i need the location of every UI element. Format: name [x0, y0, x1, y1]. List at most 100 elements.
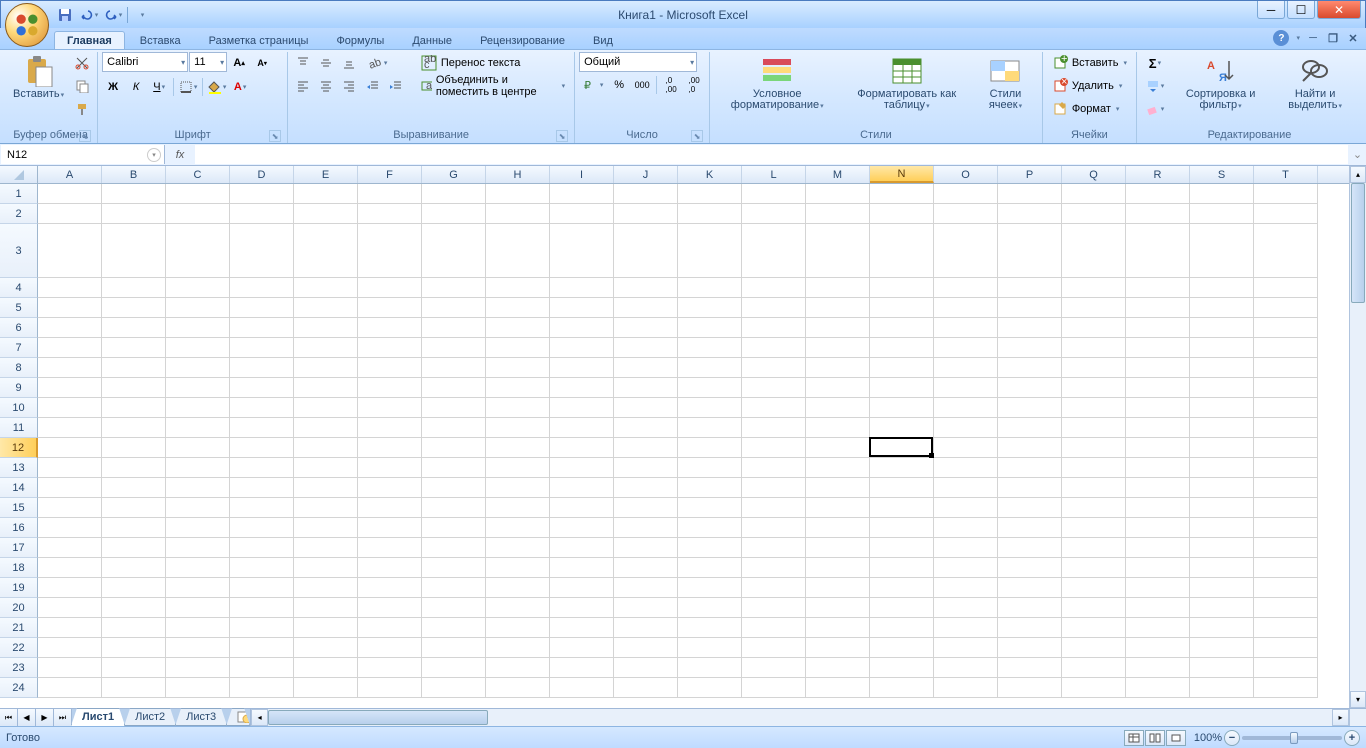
cell[interactable] [1062, 458, 1126, 478]
cell[interactable] [998, 184, 1062, 204]
cell[interactable] [742, 538, 806, 558]
cell[interactable] [294, 618, 358, 638]
cell[interactable] [678, 518, 742, 538]
cell[interactable] [166, 538, 230, 558]
format-as-table-button[interactable]: Форматировать как таблицу▾ [842, 52, 971, 115]
cell[interactable] [806, 618, 870, 638]
cell[interactable] [550, 638, 614, 658]
cell[interactable] [870, 358, 934, 378]
align-center-button[interactable] [315, 75, 337, 97]
cell[interactable] [998, 558, 1062, 578]
cell[interactable] [486, 224, 550, 278]
cell[interactable] [998, 224, 1062, 278]
cell[interactable] [1254, 578, 1318, 598]
cell[interactable] [742, 318, 806, 338]
cell[interactable] [934, 278, 998, 298]
cell[interactable] [934, 498, 998, 518]
cell[interactable] [230, 204, 294, 224]
cell[interactable] [358, 338, 422, 358]
cell[interactable] [1126, 398, 1190, 418]
cell[interactable] [870, 538, 934, 558]
cell[interactable] [742, 638, 806, 658]
view-normal-button[interactable] [1124, 730, 1144, 746]
cell[interactable] [934, 578, 998, 598]
cell[interactable] [230, 358, 294, 378]
cell[interactable] [422, 578, 486, 598]
cell[interactable] [1190, 518, 1254, 538]
cell[interactable] [102, 478, 166, 498]
cell[interactable] [1062, 658, 1126, 678]
cell[interactable] [934, 458, 998, 478]
cell[interactable] [1062, 678, 1126, 698]
cell[interactable] [678, 458, 742, 478]
cell[interactable] [1126, 558, 1190, 578]
row-header[interactable]: 1 [0, 184, 38, 204]
cell[interactable] [934, 678, 998, 698]
font-color-button[interactable]: A▾ [229, 76, 251, 98]
cell[interactable] [614, 518, 678, 538]
column-header[interactable]: A [38, 166, 102, 183]
cell[interactable] [678, 598, 742, 618]
sheet-nav-prev[interactable]: ◀ [18, 709, 36, 726]
cell[interactable] [102, 398, 166, 418]
cell[interactable] [806, 338, 870, 358]
cell[interactable] [614, 578, 678, 598]
cell[interactable] [1254, 418, 1318, 438]
cell[interactable] [294, 318, 358, 338]
column-header[interactable]: M [806, 166, 870, 183]
tab-view[interactable]: Вид [580, 31, 626, 49]
cell[interactable] [934, 478, 998, 498]
row-header[interactable]: 21 [0, 618, 38, 638]
number-format-combo[interactable]: Общий▾ [579, 52, 697, 72]
cell[interactable] [486, 498, 550, 518]
select-all-corner[interactable] [0, 166, 38, 183]
border-button[interactable]: ▾ [177, 76, 199, 98]
cell[interactable] [230, 278, 294, 298]
doc-close-button[interactable]: ✕ [1346, 31, 1360, 45]
cell[interactable] [1062, 438, 1126, 458]
zoom-in-button[interactable]: + [1344, 730, 1360, 746]
column-header[interactable]: D [230, 166, 294, 183]
cell[interactable] [742, 498, 806, 518]
cell[interactable] [870, 204, 934, 224]
cell[interactable] [230, 338, 294, 358]
cell[interactable] [806, 558, 870, 578]
cell[interactable] [422, 278, 486, 298]
cell[interactable] [102, 538, 166, 558]
cell[interactable] [1062, 184, 1126, 204]
cell[interactable] [1126, 658, 1190, 678]
cell[interactable] [38, 358, 102, 378]
cell[interactable] [742, 298, 806, 318]
cell[interactable] [1126, 298, 1190, 318]
cell[interactable] [678, 358, 742, 378]
zoom-out-button[interactable]: − [1224, 730, 1240, 746]
column-header[interactable]: S [1190, 166, 1254, 183]
cell[interactable] [1190, 558, 1254, 578]
cell[interactable] [870, 578, 934, 598]
cell[interactable] [1254, 618, 1318, 638]
paste-button[interactable]: Вставить▾ [8, 52, 69, 104]
cell[interactable] [1254, 204, 1318, 224]
cell[interactable] [294, 458, 358, 478]
cell[interactable] [486, 378, 550, 398]
cell[interactable] [1190, 204, 1254, 224]
cell[interactable] [998, 278, 1062, 298]
decrease-font-button[interactable]: A▾ [251, 52, 273, 74]
scroll-left-button[interactable]: ◂ [251, 709, 268, 726]
cell[interactable] [806, 184, 870, 204]
cell[interactable] [1190, 298, 1254, 318]
cell[interactable] [1254, 184, 1318, 204]
cell[interactable] [294, 398, 358, 418]
cell[interactable] [230, 658, 294, 678]
cell[interactable] [1062, 578, 1126, 598]
cell[interactable] [998, 298, 1062, 318]
cell[interactable] [614, 638, 678, 658]
cell[interactable] [486, 438, 550, 458]
cell[interactable] [294, 224, 358, 278]
row-header[interactable]: 11 [0, 418, 38, 438]
cell[interactable] [678, 638, 742, 658]
cell[interactable] [870, 184, 934, 204]
cell[interactable] [102, 358, 166, 378]
cell[interactable] [806, 678, 870, 698]
cell[interactable] [422, 458, 486, 478]
